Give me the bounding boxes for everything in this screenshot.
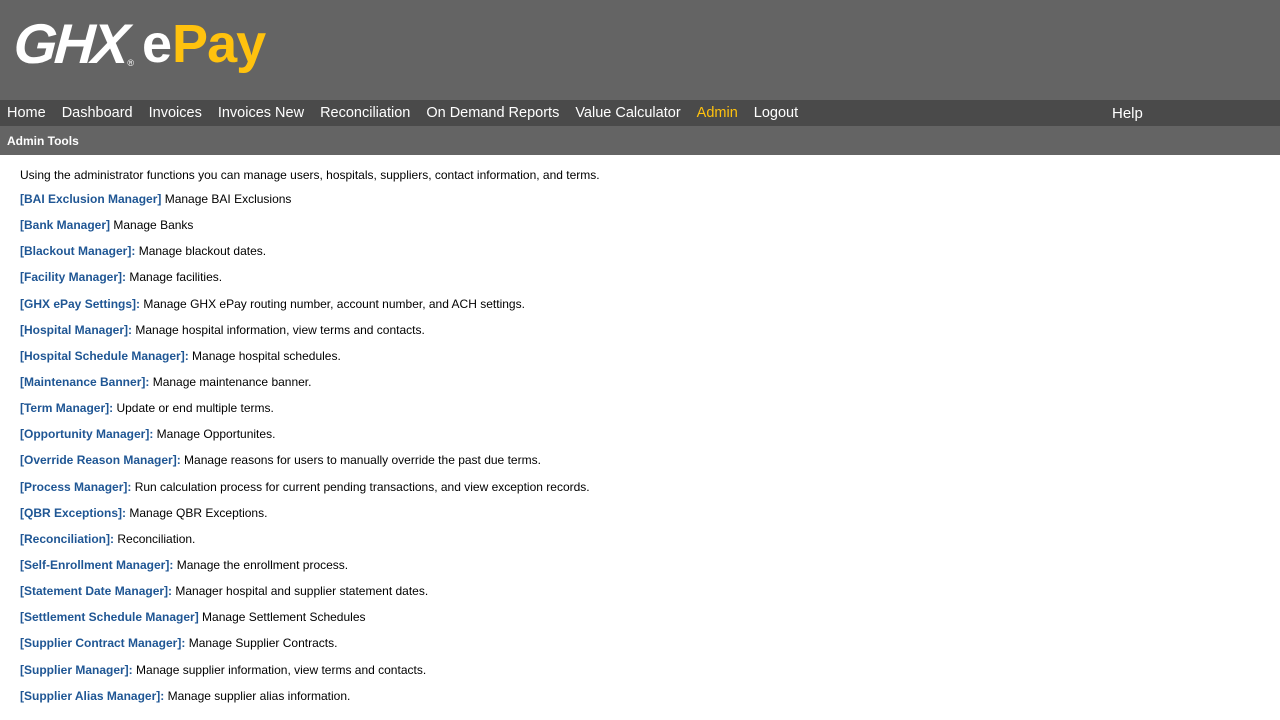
list-item: [BAI Exclusion Manager] Manage BAI Exclu… bbox=[20, 192, 1260, 218]
tool-description: Manage blackout dates. bbox=[135, 244, 267, 259]
page-header: GHX ® e Pay bbox=[0, 0, 1280, 100]
tool-description: Manage maintenance banner. bbox=[149, 374, 312, 389]
supplier-contract-manager-link[interactable]: [Supplier Contract Manager]: bbox=[20, 636, 185, 650]
nav-value-calculator[interactable]: Value Calculator bbox=[567, 100, 688, 126]
ghx-epay-logo[interactable]: GHX ® e Pay bbox=[11, 12, 266, 75]
tool-description: Manage GHX ePay routing number, account … bbox=[140, 296, 525, 311]
override-reason-manager-link[interactable]: [Override Reason Manager]: bbox=[20, 453, 181, 467]
tool-description: Reconciliation. bbox=[114, 531, 196, 546]
admin-tool-list: [BAI Exclusion Manager] Manage BAI Exclu… bbox=[20, 192, 1260, 715]
list-item: [Opportunity Manager]: Manage Opportunit… bbox=[20, 427, 1260, 453]
list-item: [Term Manager]: Update or end multiple t… bbox=[20, 401, 1260, 427]
list-item: [Settlement Schedule Manager] Manage Set… bbox=[20, 610, 1260, 636]
opportunity-manager-link[interactable]: [Opportunity Manager]: bbox=[20, 427, 153, 441]
list-item: [Bank Manager] Manage Banks bbox=[20, 218, 1260, 244]
tool-description: Manage the enrollment process. bbox=[173, 557, 349, 572]
tool-description: Run calculation process for current pend… bbox=[131, 479, 590, 494]
process-manager-link[interactable]: [Process Manager]: bbox=[20, 480, 131, 494]
list-item: [Maintenance Banner]: Manage maintenance… bbox=[20, 375, 1260, 401]
term-manager-link[interactable]: [Term Manager]: bbox=[20, 401, 113, 415]
tool-description: Manage facilities. bbox=[126, 270, 223, 285]
bank-manager-link[interactable]: [Bank Manager] bbox=[20, 218, 110, 232]
list-item: [Self-Enrollment Manager]: Manage the en… bbox=[20, 558, 1260, 584]
supplier-manager-link[interactable]: [Supplier Manager]: bbox=[20, 663, 133, 677]
list-item: [Statement Date Manager]: Manager hospit… bbox=[20, 584, 1260, 610]
nav-home[interactable]: Home bbox=[0, 100, 54, 126]
tool-description: Manage hospital schedules. bbox=[188, 348, 341, 363]
list-item: [Supplier Alias Manager]: Manage supplie… bbox=[20, 689, 1260, 715]
list-item: [Process Manager]: Run calculation proce… bbox=[20, 480, 1260, 506]
list-item: [GHX ePay Settings]: Manage GHX ePay rou… bbox=[20, 297, 1260, 323]
blackout-manager-link[interactable]: [Blackout Manager]: bbox=[20, 244, 135, 258]
tool-description: Manager hospital and supplier statement … bbox=[172, 584, 429, 599]
list-item: [Hospital Manager]: Manage hospital info… bbox=[20, 323, 1260, 349]
nav-invoices-new[interactable]: Invoices New bbox=[210, 100, 312, 126]
page-title: Admin Tools bbox=[7, 133, 79, 148]
hospital-manager-link[interactable]: [Hospital Manager]: bbox=[20, 323, 132, 337]
list-item: [Override Reason Manager]: Manage reason… bbox=[20, 453, 1260, 479]
nav-logout[interactable]: Logout bbox=[746, 100, 806, 126]
tool-description: Manage BAI Exclusions bbox=[161, 192, 292, 206]
hospital-schedule-manager-link[interactable]: [Hospital Schedule Manager]: bbox=[20, 349, 189, 363]
main-nav: Home Dashboard Invoices Invoices New Rec… bbox=[0, 100, 1280, 126]
main-content: Using the administrator functions you ca… bbox=[0, 155, 1280, 715]
bai-exclusion-manager-link[interactable]: [BAI Exclusion Manager] bbox=[20, 192, 161, 206]
list-item: [Facility Manager]: Manage facilities. bbox=[20, 270, 1260, 296]
list-item: [Blackout Manager]: Manage blackout date… bbox=[20, 244, 1260, 270]
nav-on-demand-reports[interactable]: On Demand Reports bbox=[418, 100, 567, 126]
tool-description: Manage supplier alias information. bbox=[164, 688, 351, 703]
nav-help[interactable]: Help bbox=[1104, 100, 1151, 128]
section-title-bar: Admin Tools bbox=[0, 126, 1280, 155]
statement-date-manager-link[interactable]: [Statement Date Manager]: bbox=[20, 584, 172, 598]
list-item: [QBR Exceptions]: Manage QBR Exceptions. bbox=[20, 506, 1260, 532]
nav-invoices[interactable]: Invoices bbox=[141, 100, 210, 126]
intro-text: Using the administrator functions you ca… bbox=[20, 168, 600, 182]
settlement-schedule-manager-link[interactable]: [Settlement Schedule Manager] bbox=[20, 610, 199, 624]
self-enrollment-manager-link[interactable]: [Self-Enrollment Manager]: bbox=[20, 558, 173, 572]
tool-description: Manage supplier information, view terms … bbox=[132, 662, 427, 677]
ghx-epay-settings-link[interactable]: [GHX ePay Settings]: bbox=[20, 297, 140, 311]
tool-description: Manage reasons for users to manually ove… bbox=[180, 453, 541, 468]
list-item: [Reconciliation]: Reconciliation. bbox=[20, 532, 1260, 558]
nav-reconciliation[interactable]: Reconciliation bbox=[312, 100, 418, 126]
logo-e-text: e bbox=[142, 14, 173, 74]
maintenance-banner-link[interactable]: [Maintenance Banner]: bbox=[20, 375, 149, 389]
supplier-alias-manager-link[interactable]: [Supplier Alias Manager]: bbox=[20, 689, 164, 703]
logo-registered-mark: ® bbox=[127, 58, 134, 68]
qbr-exceptions-link[interactable]: [QBR Exceptions]: bbox=[20, 506, 126, 520]
logo-pay-text: Pay bbox=[172, 14, 266, 74]
nav-admin[interactable]: Admin bbox=[689, 100, 746, 126]
reconciliation-link[interactable]: [Reconciliation]: bbox=[20, 532, 114, 546]
list-item: [Supplier Manager]: Manage supplier info… bbox=[20, 663, 1260, 689]
tool-description: Manage Settlement Schedules bbox=[198, 610, 366, 625]
tool-description: Manage QBR Exceptions. bbox=[126, 505, 268, 520]
list-item: [Hospital Schedule Manager]: Manage hosp… bbox=[20, 349, 1260, 375]
tool-description: Manage Supplier Contracts. bbox=[185, 636, 338, 651]
nav-dashboard[interactable]: Dashboard bbox=[54, 100, 141, 126]
facility-manager-link[interactable]: [Facility Manager]: bbox=[20, 270, 126, 284]
tool-description: Update or end multiple terms. bbox=[113, 401, 274, 416]
tool-description: Manage Banks bbox=[110, 218, 194, 233]
logo-ghx-text: GHX bbox=[11, 12, 129, 75]
tool-description: Manage hospital information, view terms … bbox=[132, 322, 425, 337]
list-item: [Supplier Contract Manager]: Manage Supp… bbox=[20, 636, 1260, 662]
tool-description: Manage Opportunites. bbox=[153, 427, 276, 442]
